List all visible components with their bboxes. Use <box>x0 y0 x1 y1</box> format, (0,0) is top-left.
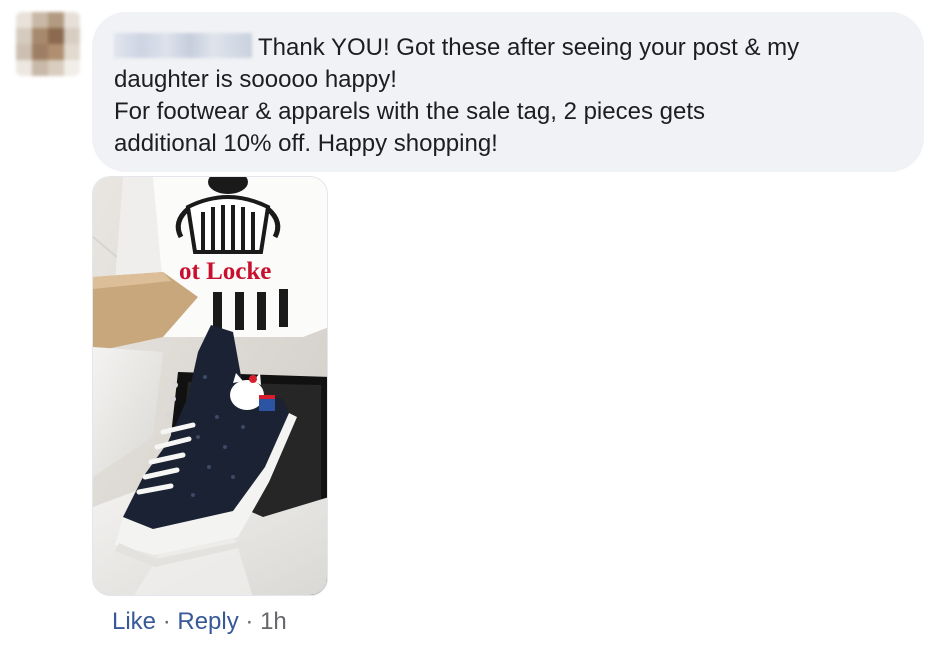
comment-photo[interactable]: ot Locke <box>92 176 328 596</box>
avatar[interactable] <box>16 12 80 76</box>
comment-body: Thank YOU! Got these after seeing your p… <box>114 32 902 160</box>
bag-brand-text: ot Locke <box>179 258 271 285</box>
timestamp[interactable]: 1h <box>260 608 287 635</box>
separator: · <box>245 608 254 635</box>
comment-thread: Thank YOU! Got these after seeing your p… <box>0 0 940 654</box>
separator: · <box>162 608 171 635</box>
comment-actions: Like · Reply · 1h <box>112 606 287 638</box>
reply-button[interactable]: Reply <box>177 608 238 635</box>
like-button[interactable]: Like <box>112 608 156 635</box>
author-name-redacted[interactable] <box>114 33 252 58</box>
comment-bubble: Thank YOU! Got these after seeing your p… <box>92 12 924 172</box>
